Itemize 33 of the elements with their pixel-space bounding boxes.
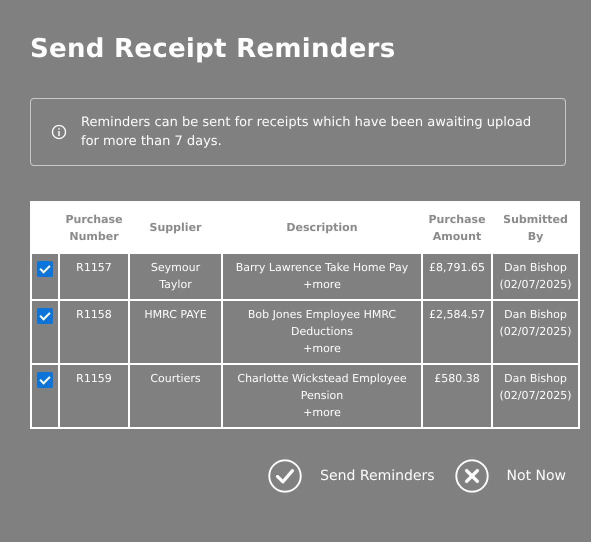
more-link[interactable]: +more	[303, 276, 341, 293]
table-cell: R1157	[59, 253, 129, 300]
description-text: Bob Jones Employee HMRC Deductions	[246, 307, 398, 340]
table-cell: Dan Bishop (02/07/2025)	[492, 364, 579, 428]
column-header: Supplier	[129, 202, 222, 253]
table-cell: Dan Bishop (02/07/2025)	[492, 253, 579, 300]
table-cell: £2,584.57	[422, 300, 492, 364]
check-icon	[268, 459, 302, 493]
more-link[interactable]: +more	[303, 404, 341, 421]
table-cell: Dan Bishop (02/07/2025)	[492, 300, 579, 364]
table-cell: £8,791.65	[422, 253, 492, 300]
column-header: Purchase Number	[59, 202, 129, 253]
description-text: Barry Lawrence Take Home Pay	[234, 260, 410, 276]
row-checkbox[interactable]	[37, 261, 53, 277]
info-icon	[51, 124, 67, 140]
table-cell: Courtiers	[129, 364, 222, 428]
more-link[interactable]: +more	[303, 340, 341, 357]
table-cell: R1159	[59, 364, 129, 428]
row-checkbox[interactable]	[37, 372, 53, 388]
row-checkbox[interactable]	[37, 308, 53, 324]
table-cell: HMRC PAYE	[129, 300, 222, 364]
cancel-button[interactable]: Not Now	[454, 459, 566, 493]
column-header: Purchase Amount	[422, 202, 492, 253]
table-cell: R1158	[59, 300, 129, 364]
column-header: Submitted By	[492, 202, 579, 253]
description-text: Charlotte Wickstead Employee Pension	[236, 371, 408, 404]
send-button[interactable]: Send Reminders	[268, 459, 435, 493]
close-icon	[454, 459, 489, 493]
column-header: Description	[222, 202, 422, 253]
dialog-title: Send Receipt Reminders	[30, 33, 397, 66]
table-cell: £580.38	[422, 364, 492, 428]
table-cell: Seymour Taylor	[129, 253, 222, 300]
notice-text: Reminders can be sent for receipts which have been awaiting upload for more than 7 days.	[81, 114, 532, 151]
